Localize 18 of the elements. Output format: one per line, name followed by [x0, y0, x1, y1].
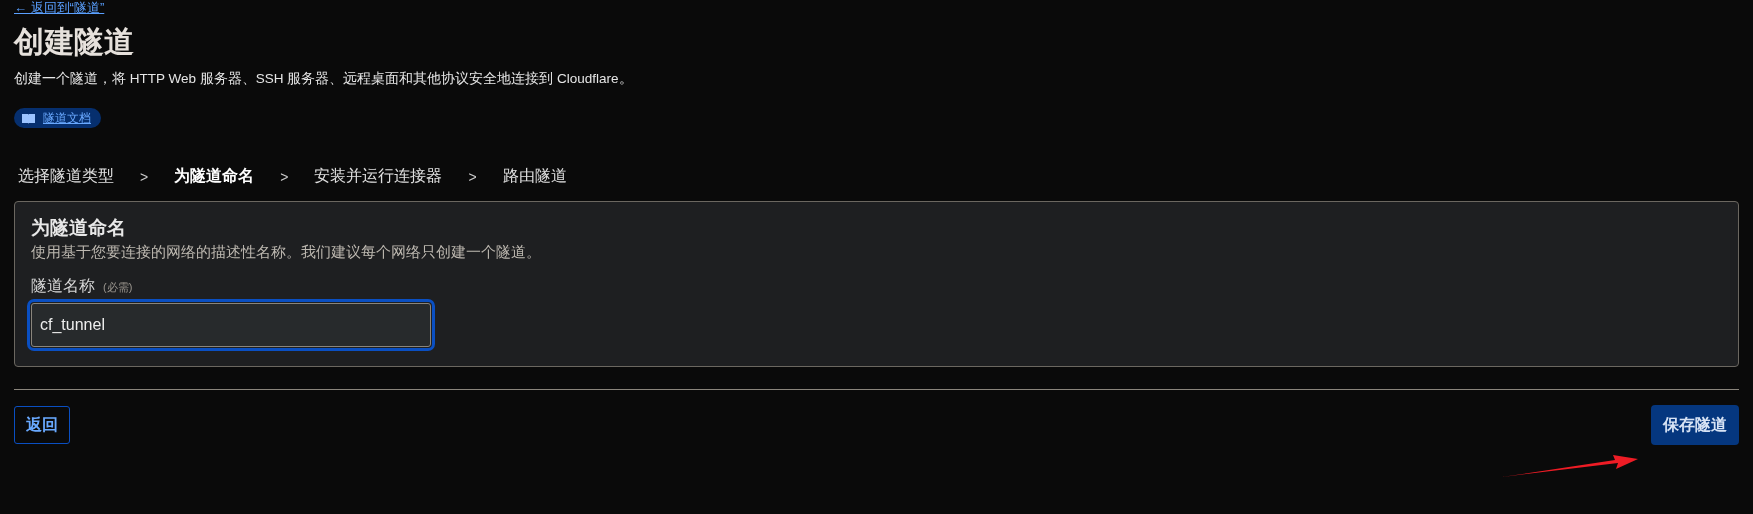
step-tab[interactable]: 安装并运行连接器 [314, 166, 443, 187]
step-tab[interactable]: 选择隧道类型 [18, 166, 114, 187]
step-separator: > [468, 168, 477, 185]
required-note: (必需) [103, 280, 133, 295]
field-label: 隧道名称 [31, 276, 95, 296]
save-button[interactable]: 保存隧道 [1651, 405, 1739, 445]
back-button[interactable]: 返回 [14, 406, 70, 444]
book-icon [22, 112, 35, 124]
card-hint: 使用基于您要连接的网络的描述性名称。我们建议每个网络只创建一个隧道。 [31, 243, 541, 262]
docs-badge[interactable]: 隧道文档 [14, 108, 101, 128]
step-tab[interactable]: 路由隧道 [502, 166, 567, 187]
card-heading: 为隧道命名 [31, 216, 126, 240]
back-link[interactable]: ← 返回到“隧道” [14, 0, 105, 16]
page-description: 创建一个隧道，将 HTTP Web 服务器、SSH 服务器、远程桌面和其他协议安全地连接到 Cloudflare。 [14, 70, 633, 88]
step-separator: > [140, 168, 149, 185]
page-title: 创建隧道 [14, 24, 134, 60]
step-separator: > [280, 168, 289, 185]
step-tab[interactable]: 为隧道命名 [174, 166, 255, 187]
